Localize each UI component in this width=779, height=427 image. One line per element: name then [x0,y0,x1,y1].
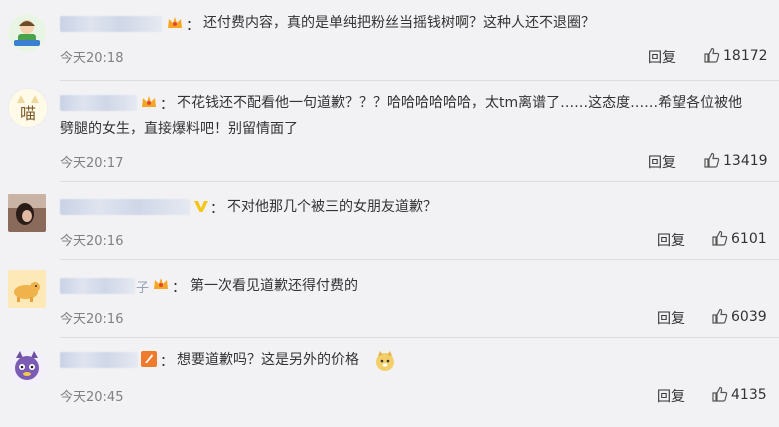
photo-avatar-icon[interactable] [8,194,46,232]
meow-avatar-icon[interactable]: 喵 [8,88,48,128]
like-thumb-icon[interactable] [711,308,728,325]
comment-text-line: 还付费内容，真的是单纯把粉丝当摇钱树啊？这种人还不退圈？ [203,15,595,31]
comment-item: ： 还付费内容，真的是单纯把粉丝当摇钱树啊？这种人还不退圈？ 今天20:18 回… [0,0,779,72]
comment-text: 不花钱还不配看他一句道歉？？？哈哈哈哈哈哈，太tm离谱了……这态度……希望各位被… [177,90,742,116]
comment-text: 还付费内容，真的是单纯把粉丝当摇钱树啊？这种人还不退圈？ [203,10,595,36]
doll-avatar-icon[interactable] [8,14,46,52]
username-blurred[interactable] [60,278,135,294]
crown-icon [152,275,170,293]
comment-item: ： 想要道歉吗？这是另外的价格 今天20:45 回复 4135 [0,338,779,427]
username-tail[interactable]: 子 [136,277,149,296]
comment-text: 不对他那几个被三的女朋友道歉？ [227,194,437,220]
reply-button[interactable]: 回复 [657,230,685,250]
like-count: 4135 [731,387,767,403]
reply-button[interactable]: 回复 [657,386,685,406]
comment-time: 今天20:45 [60,390,124,405]
v-verified-icon [192,197,210,215]
avatar-text: 喵 [20,104,36,123]
comment-text: 劈腿的女生，直接爆料吧！别留情面了 [60,116,298,142]
username-blurred[interactable] [60,199,190,215]
comment-time: 今天20:17 [60,156,124,171]
username-blurred[interactable] [60,16,162,32]
comment-time: 今天20:18 [60,51,124,66]
comment-text-line: 不花钱还不配看他一句道歉？？？哈哈哈哈哈哈，太tm离谱了……这态度……希望各位被… [177,95,743,111]
like-count: 13419 [723,153,768,169]
comment-item: ： 不对他那几个被三的女朋友道歉？ 今天20:16 回复 6101 [0,182,779,259]
comment-item: 子 ： 第一次看见道歉还得付费的 今天20:16 回复 6039 [0,260,779,337]
comment-text-line: 不对他那几个被三的女朋友道歉？ [227,199,437,215]
comment-item: 喵 ： 不花钱还不配看他一句道歉？？？哈哈哈哈哈哈，太tm离谱了……这态度……希… [0,81,779,181]
colon: ： [160,97,174,113]
colon: ： [186,18,200,34]
colon: ： [172,280,186,296]
username-blurred[interactable] [60,95,137,111]
like-count: 6101 [731,231,767,247]
comment-text: 想要道歉吗？这是另外的价格 [177,347,359,373]
crown-icon [140,93,158,111]
comment-text-line: 劈腿的女生，直接爆料吧！别留情面了 [60,121,298,137]
dog-avatar-icon[interactable] [8,270,46,308]
comment-text-line: 第一次看见道歉还得付费的 [190,278,358,294]
reply-button[interactable]: 回复 [657,308,685,328]
doge-emoji-icon [374,350,396,372]
crown-icon [166,14,184,32]
like-thumb-icon[interactable] [703,152,720,169]
like-count: 18172 [723,48,768,64]
reply-button[interactable]: 回复 [648,47,676,67]
like-thumb-icon[interactable] [711,230,728,247]
comment-text: 第一次看见道歉还得付费的 [190,273,358,299]
comment-time: 今天20:16 [60,312,124,327]
cartoon-avatar-icon[interactable] [8,348,46,386]
reply-button[interactable]: 回复 [648,152,676,172]
like-count: 6039 [731,309,767,325]
like-thumb-icon[interactable] [703,47,720,64]
colon: ： [160,354,174,370]
comment-time: 今天20:16 [60,234,124,249]
like-thumb-icon[interactable] [711,386,728,403]
comment-text-line: 想要道歉吗？这是另外的价格 [177,352,359,368]
colon: ： [210,201,224,217]
username-blurred[interactable] [60,352,138,368]
orange-badge-icon [140,350,158,368]
